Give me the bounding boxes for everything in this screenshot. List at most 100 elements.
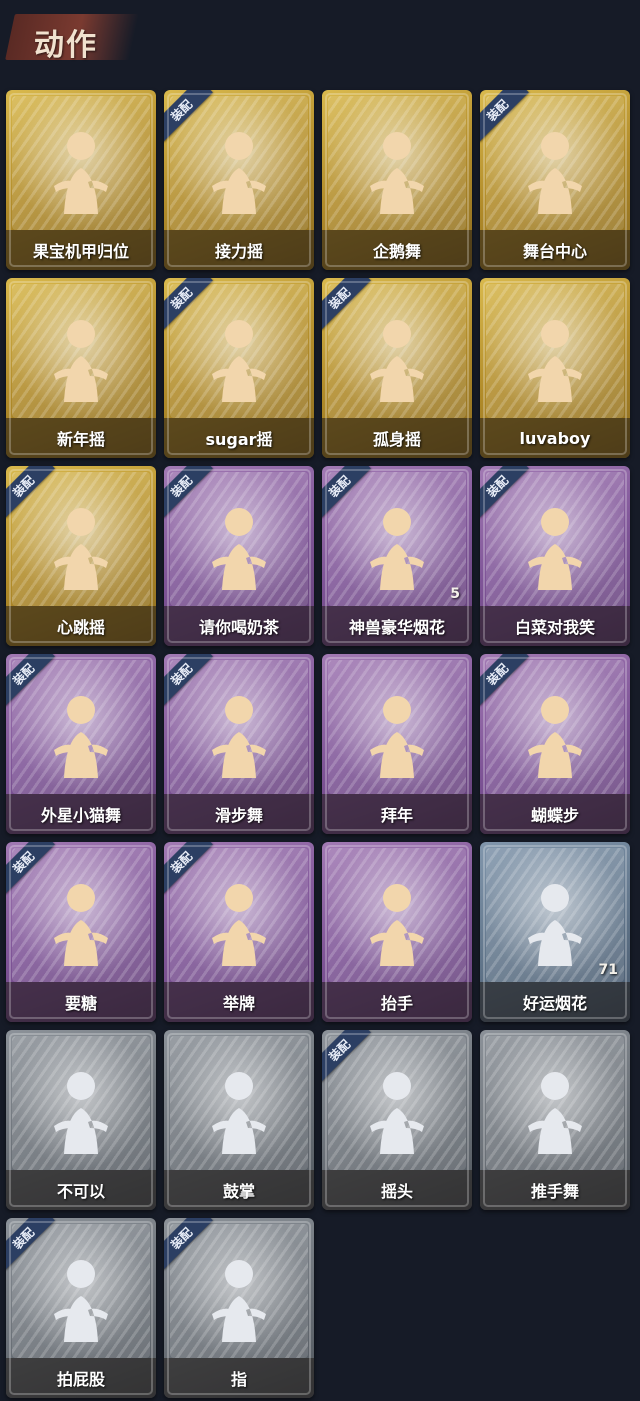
emote-name: 好运烟花 xyxy=(522,994,587,1013)
equipped-badge-label: 装配 xyxy=(325,284,353,312)
emote-pose-icon xyxy=(54,696,108,778)
pose-body xyxy=(212,1296,266,1342)
emote-name: 请你喝奶茶 xyxy=(198,618,279,637)
emote-label-bar: 请你喝奶茶 xyxy=(164,606,314,646)
item-count: 71 xyxy=(598,962,618,978)
emote-name: 滑步舞 xyxy=(214,806,263,825)
pose-head xyxy=(67,696,95,724)
emote-pose-icon xyxy=(54,320,108,402)
emote-label-bar: 接力摇 xyxy=(164,230,314,270)
emote-card[interactable]: 装配接力摇 xyxy=(164,90,314,270)
emote-card[interactable]: 装配 滑步舞 xyxy=(164,654,314,834)
pose-body xyxy=(54,1108,108,1154)
emote-pose-icon xyxy=(528,132,582,214)
emote-card[interactable]: 拜年 xyxy=(322,654,472,834)
pose-body xyxy=(54,1296,108,1342)
emote-name: 拜年 xyxy=(380,806,413,825)
pose-head xyxy=(383,1072,411,1100)
emote-label-bar: sugar摇 xyxy=(164,418,314,458)
emote-label-bar: 果宝机甲归位 xyxy=(6,230,156,270)
emote-card[interactable]: 装配 孤身摇 xyxy=(322,278,472,458)
emote-card[interactable]: luvaboy xyxy=(480,278,630,458)
emote-pose-icon xyxy=(370,508,424,590)
emote-name: 蝴蝶步 xyxy=(530,806,579,825)
equipped-badge-label: 装配 xyxy=(9,848,37,876)
emote-pose-icon xyxy=(370,884,424,966)
pose-head xyxy=(67,132,95,160)
pose-head xyxy=(541,508,569,536)
emote-label-bar: 拍屁股 xyxy=(6,1358,156,1398)
emote-pose-icon xyxy=(212,508,266,590)
emote-card[interactable]: 5 装配神兽豪华烟花 xyxy=(322,466,472,646)
emote-pose-icon xyxy=(212,884,266,966)
emote-card[interactable]: 装配 举牌 xyxy=(164,842,314,1022)
pose-body xyxy=(370,544,424,590)
emote-grid: 果宝机甲归位 装配 接力摇 企鹅舞 装配 舞台中心 新年摇 装配 sugar摇 装配 孤身摇 luva… xyxy=(6,90,630,1398)
emote-name: 指 xyxy=(230,1370,247,1389)
emote-card[interactable]: 鼓掌 xyxy=(164,1030,314,1210)
emote-card[interactable]: 71 好运烟花 xyxy=(480,842,630,1022)
pose-head xyxy=(225,1260,253,1288)
emote-name: 白菜对我笑 xyxy=(514,618,595,637)
emote-card[interactable]: 企鹅舞 xyxy=(322,90,472,270)
emote-card[interactable]: 装配 蝴蝶步 xyxy=(480,654,630,834)
pose-head xyxy=(383,320,411,348)
pose-body xyxy=(212,168,266,214)
equipped-badge-label: 装配 xyxy=(325,472,353,500)
pose-body xyxy=(528,732,582,778)
pose-body xyxy=(370,1108,424,1154)
pose-body xyxy=(528,1108,582,1154)
emote-pose-icon xyxy=(528,696,582,778)
emote-label-bar: 摇头 xyxy=(322,1170,472,1210)
emote-name: 接力摇 xyxy=(214,242,263,261)
emote-pose-icon xyxy=(212,1260,266,1342)
emote-card[interactable]: 装配指 xyxy=(164,1218,314,1398)
pose-body xyxy=(212,920,266,966)
emote-card[interactable]: 装配 拍屁股 xyxy=(6,1218,156,1398)
emote-label-bar: 蝴蝶步 xyxy=(480,794,630,834)
item-count: 5 xyxy=(450,586,460,602)
emote-card[interactable]: 装配 心跳摇 xyxy=(6,466,156,646)
emote-card[interactable]: 新年摇 xyxy=(6,278,156,458)
emote-label-bar: 心跳摇 xyxy=(6,606,156,646)
emote-label-bar: 要糖 xyxy=(6,982,156,1022)
emote-card[interactable]: 装配外星小猫舞 xyxy=(6,654,156,834)
pose-body xyxy=(370,732,424,778)
emote-pose-icon xyxy=(528,320,582,402)
emote-name: 举牌 xyxy=(222,994,255,1013)
emote-pose-icon xyxy=(528,1072,582,1154)
emote-pose-icon xyxy=(212,1072,266,1154)
pose-body xyxy=(370,920,424,966)
emote-name: 企鹅舞 xyxy=(372,242,421,261)
pose-head xyxy=(225,696,253,724)
emote-card[interactable]: 装配 sugar摇 xyxy=(164,278,314,458)
emote-card[interactable]: 抬手 xyxy=(322,842,472,1022)
equipped-badge-label: 装配 xyxy=(9,1224,37,1252)
emote-pose-icon xyxy=(370,1072,424,1154)
emote-card[interactable]: 不可以 xyxy=(6,1030,156,1210)
emote-card[interactable]: 装配 摇头 xyxy=(322,1030,472,1210)
equipped-badge-label: 装配 xyxy=(167,96,195,124)
emote-card[interactable]: 果宝机甲归位 xyxy=(6,90,156,270)
pose-body xyxy=(528,356,582,402)
emote-card[interactable]: 装配 要糖 xyxy=(6,842,156,1022)
emote-pose-icon xyxy=(54,132,108,214)
emote-name: 神兽豪华烟花 xyxy=(348,618,445,637)
emote-pose-icon xyxy=(370,320,424,402)
emote-name: 果宝机甲归位 xyxy=(32,242,129,261)
pose-head xyxy=(67,320,95,348)
emote-pose-icon xyxy=(528,884,582,966)
equipped-badge-label: 装配 xyxy=(167,472,195,500)
emote-card[interactable]: 推手舞 xyxy=(480,1030,630,1210)
equipped-badge-label: 装配 xyxy=(9,660,37,688)
emote-label-bar: 企鹅舞 xyxy=(322,230,472,270)
emote-card[interactable]: 装配请你喝奶茶 xyxy=(164,466,314,646)
pose-body xyxy=(370,168,424,214)
pose-head xyxy=(225,508,253,536)
pose-body xyxy=(212,1108,266,1154)
emote-name: 外星小猫舞 xyxy=(40,806,121,825)
emote-name: sugar摇 xyxy=(205,430,273,449)
emote-card[interactable]: 装配 白菜对我笑 xyxy=(480,466,630,646)
emote-card[interactable]: 装配 舞台中心 xyxy=(480,90,630,270)
pose-head xyxy=(383,884,411,912)
